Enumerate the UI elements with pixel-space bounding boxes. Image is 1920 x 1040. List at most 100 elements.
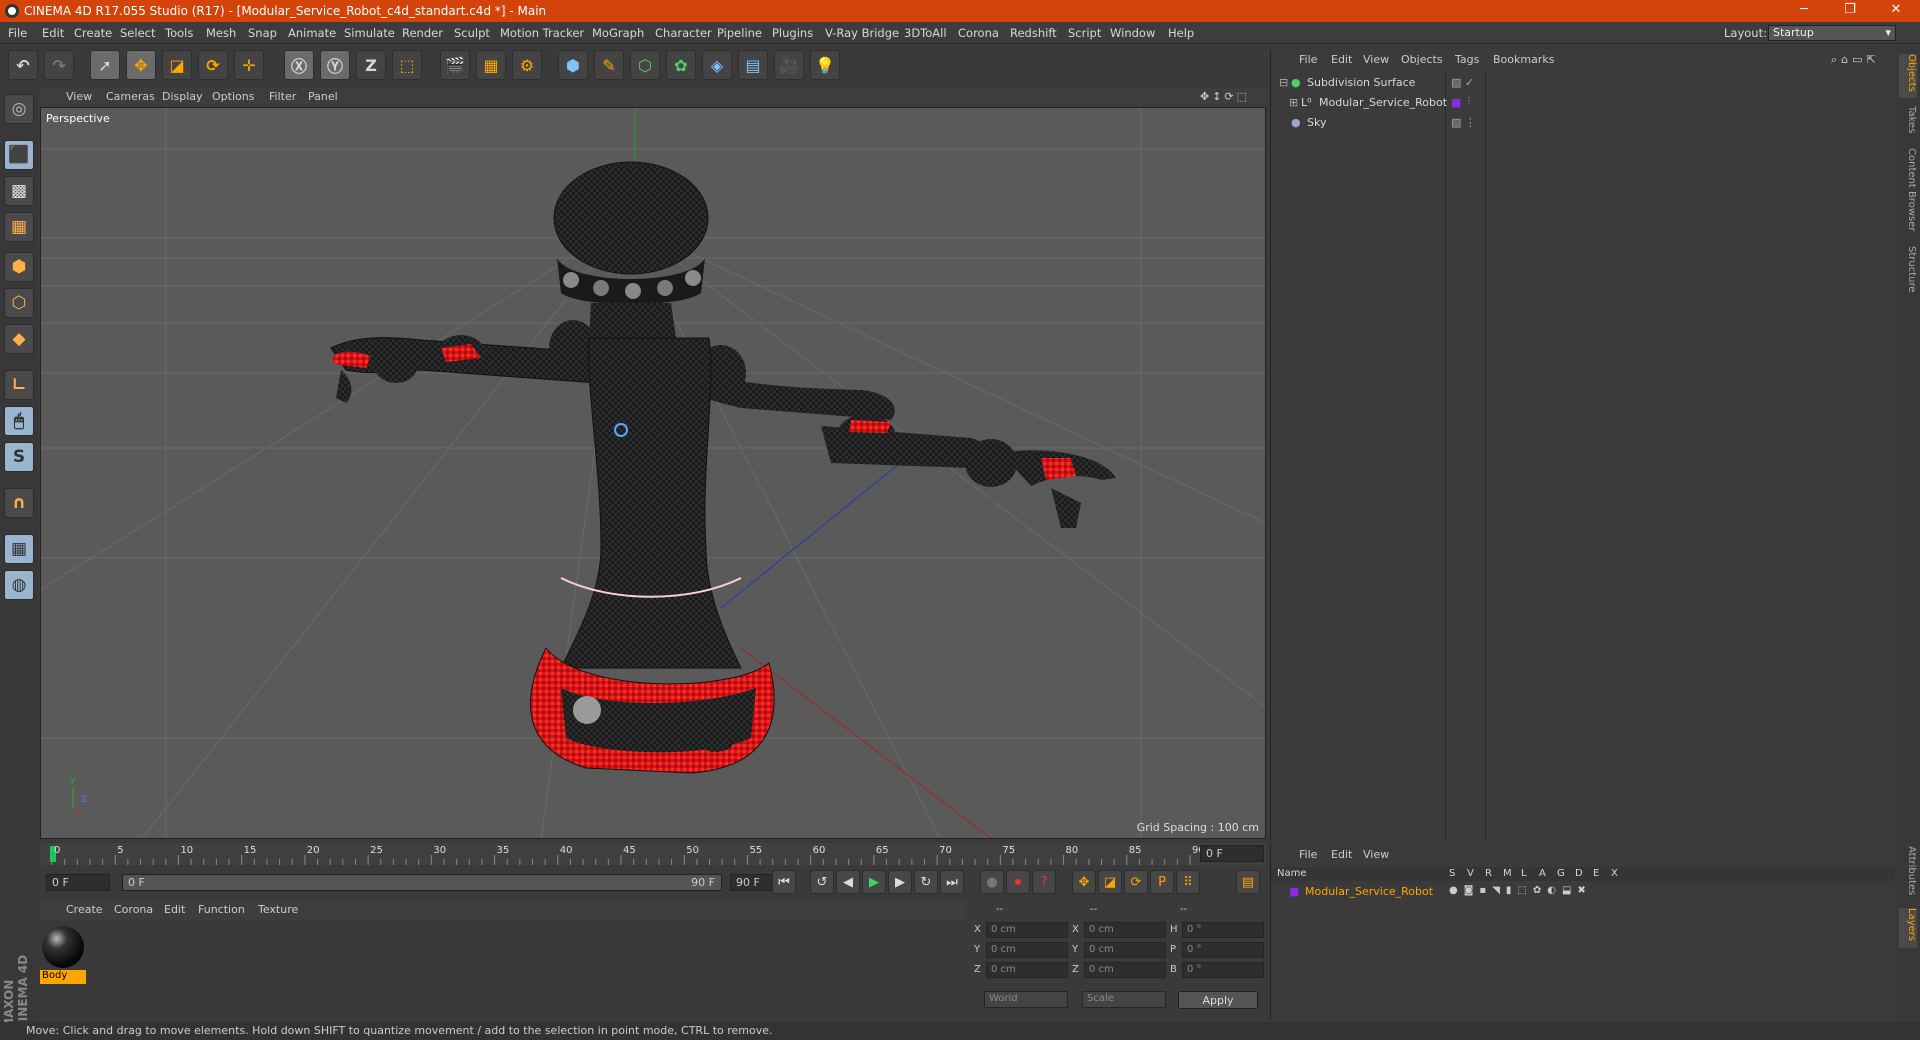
mat-menu-create[interactable]: Create: [66, 903, 103, 916]
tab-objects[interactable]: Objects: [1899, 54, 1917, 98]
tab-takes[interactable]: Takes: [1899, 106, 1917, 140]
object-visibility-icon[interactable]: ▨ ⋮: [1451, 116, 1476, 129]
om-search-home-icons[interactable]: ⌕⌂▭⇱: [1831, 53, 1880, 67]
redo-icon[interactable]: ↷: [44, 50, 74, 80]
move-tool-icon[interactable]: ✥: [126, 50, 156, 80]
render-view-icon[interactable]: 🎬: [440, 50, 470, 80]
next-key-icon[interactable]: ↻: [914, 870, 938, 894]
om-menu-tags[interactable]: Tags: [1455, 53, 1479, 66]
om-menu-bookmarks[interactable]: Bookmarks: [1493, 53, 1554, 66]
cloner-icon[interactable]: ✿: [666, 50, 696, 80]
menu-motion-tracker[interactable]: Motion Tracker: [500, 26, 584, 40]
material-name[interactable]: Body: [40, 970, 86, 984]
key-rotation-icon[interactable]: ⟳: [1124, 870, 1148, 894]
viewport-menu-panel[interactable]: Panel: [308, 90, 338, 103]
polygons-mode-icon[interactable]: ◆: [4, 324, 34, 354]
material-preview-icon[interactable]: [42, 926, 84, 968]
mat-menu-texture[interactable]: Texture: [258, 903, 298, 916]
menu-vray-bridge[interactable]: V-Ray Bridge: [825, 26, 899, 40]
menu-plugins[interactable]: Plugins: [772, 26, 813, 40]
lm-menu-view[interactable]: View: [1363, 848, 1389, 861]
rotation-b-field[interactable]: 0 °: [1182, 962, 1264, 978]
undo-icon[interactable]: ↶: [8, 50, 38, 80]
menu-create[interactable]: Create: [74, 26, 112, 40]
record-off-icon[interactable]: ●: [980, 870, 1004, 894]
restore-icon[interactable]: ❐: [1830, 2, 1870, 20]
om-menu-view[interactable]: View: [1363, 53, 1389, 66]
play-icon[interactable]: ▶: [862, 870, 886, 894]
key-pla-icon[interactable]: ⠿: [1176, 870, 1200, 894]
timeline-ruler[interactable]: 0 5 10 15 20 25 30 35 40 45 50 55 60 65 70 75 80 85 90 0 F: [40, 843, 1266, 865]
selection-tool-icon[interactable]: ➚: [90, 50, 120, 80]
object-name[interactable]: Subdivision Surface: [1307, 76, 1415, 89]
object-visibility-icon[interactable]: ⋮: [1465, 96, 1473, 105]
object-name[interactable]: Sky: [1307, 116, 1326, 129]
size-z-field[interactable]: 0 cm: [1084, 962, 1166, 978]
key-position-icon[interactable]: ✥: [1072, 870, 1096, 894]
model-mode-icon[interactable]: ⬛: [4, 140, 34, 170]
timeline-window-icon[interactable]: ▤: [1236, 870, 1260, 894]
pen-spline-icon[interactable]: ✎: [594, 50, 624, 80]
viewport-menu-cameras[interactable]: Cameras: [106, 90, 155, 103]
subdivision-surface-icon[interactable]: ⬡: [630, 50, 660, 80]
tab-layers[interactable]: Layers: [1899, 908, 1917, 948]
menu-mesh[interactable]: Mesh: [206, 26, 236, 40]
viewport-menu-display[interactable]: Display: [162, 90, 203, 103]
position-x-field[interactable]: 0 cm: [986, 922, 1068, 938]
viewport-menu-filter[interactable]: Filter: [269, 90, 296, 103]
tab-attributes[interactable]: Attributes: [1899, 846, 1917, 900]
object-row[interactable]: ● Sky ▨ ⋮: [1271, 114, 1895, 132]
menu-mograph[interactable]: MoGraph: [592, 26, 644, 40]
object-row[interactable]: ⊞ L⁰ Modular_Service_Robot ■ ⋮: [1271, 94, 1895, 112]
rotate-tool-icon[interactable]: ⟳: [198, 50, 228, 80]
light-icon[interactable]: 💡: [810, 50, 840, 80]
key-param-icon[interactable]: P: [1150, 870, 1174, 894]
close-icon[interactable]: ✕: [1876, 2, 1916, 20]
viewport-nav-icons[interactable]: ✥↕⟳⬚: [1200, 90, 1250, 103]
prev-frame-icon[interactable]: ◀: [836, 870, 860, 894]
menu-tools[interactable]: Tools: [165, 26, 193, 40]
prev-key-icon[interactable]: ↺: [810, 870, 834, 894]
current-frame-field[interactable]: 0 F: [1200, 845, 1264, 862]
axis-mode-icon[interactable]: ∟: [4, 370, 34, 400]
minimize-icon[interactable]: ─: [1784, 2, 1824, 20]
menu-file[interactable]: File: [8, 26, 27, 40]
collapse-icon[interactable]: ⊟: [1279, 76, 1288, 89]
tab-structure[interactable]: Structure: [1899, 246, 1917, 298]
menu-corona[interactable]: Corona: [958, 26, 999, 40]
range-slider[interactable]: 0 F 90 F: [122, 874, 722, 891]
key-scale-icon[interactable]: ◪: [1098, 870, 1122, 894]
menu-simulate[interactable]: Simulate: [344, 26, 395, 40]
layer-row[interactable]: ■ Modular_Service_Robot ●◙▪◥▮⬚✿◐⬓✖: [1271, 883, 1895, 901]
floor-icon[interactable]: ▤: [738, 50, 768, 80]
edges-mode-icon[interactable]: ⬡: [4, 288, 34, 318]
menu-render[interactable]: Render: [402, 26, 443, 40]
size-x-field[interactable]: 0 cm: [1084, 922, 1166, 938]
go-to-start-icon[interactable]: ⏮: [772, 870, 796, 894]
rotation-p-field[interactable]: 0 °: [1182, 942, 1264, 958]
apply-button[interactable]: Apply: [1178, 991, 1258, 1009]
menu-animate[interactable]: Animate: [288, 26, 336, 40]
menu-redshift[interactable]: Redshift: [1010, 26, 1057, 40]
object-name[interactable]: Modular_Service_Robot: [1319, 96, 1447, 109]
menu-3dtoall[interactable]: 3DToAll: [904, 26, 947, 40]
workplane-icon[interactable]: ◍: [4, 570, 34, 600]
next-frame-icon[interactable]: ▶: [888, 870, 912, 894]
mat-menu-function[interactable]: Function: [198, 903, 245, 916]
snap-icon[interactable]: S: [4, 442, 34, 472]
camera-icon[interactable]: 🎥: [774, 50, 804, 80]
menu-help[interactable]: Help: [1168, 26, 1194, 40]
z-axis-lock-icon[interactable]: Z: [356, 50, 386, 80]
menu-snap[interactable]: Snap: [248, 26, 277, 40]
rotation-h-field[interactable]: 0 °: [1182, 922, 1264, 938]
3d-viewport[interactable]: Y Z Perspective Grid Spacing : 100 cm: [40, 107, 1266, 839]
autokey-icon[interactable]: ?: [1032, 870, 1056, 894]
om-menu-file[interactable]: File: [1299, 53, 1317, 66]
workplane-lock-icon[interactable]: ▦: [4, 534, 34, 564]
viewport-menu-options[interactable]: Options: [212, 90, 254, 103]
cube-primitive-icon[interactable]: ⬢: [558, 50, 588, 80]
tab-content-browser[interactable]: Content Browser: [1899, 148, 1917, 240]
layout-select[interactable]: Startup ▾: [1768, 25, 1896, 41]
x-axis-lock-icon[interactable]: Ⓧ: [284, 50, 314, 80]
points-mode-icon[interactable]: ⬢: [4, 252, 34, 282]
